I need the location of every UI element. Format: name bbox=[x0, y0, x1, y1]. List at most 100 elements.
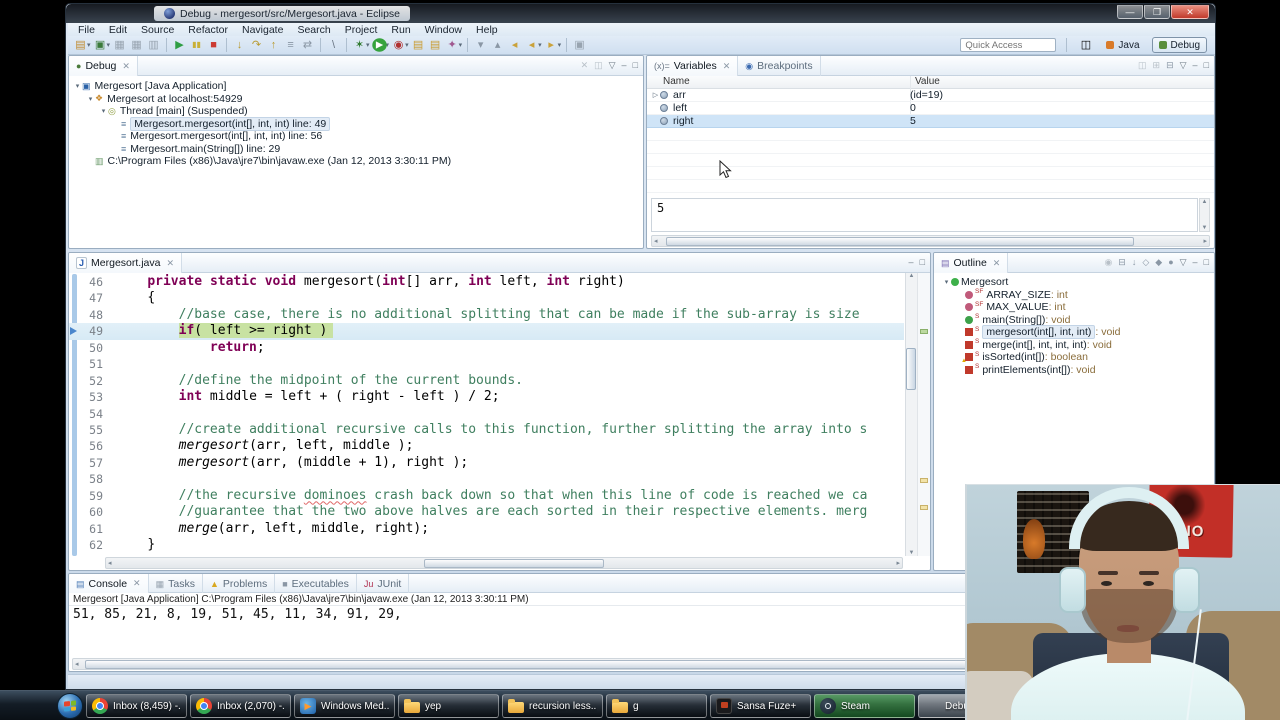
code-line[interactable]: 59 //the recursive dominoes crash back d… bbox=[69, 488, 904, 504]
debug-tree-row[interactable]: ≡ Mergesort.main(String[]) line: 29 bbox=[73, 143, 643, 156]
variable-row[interactable]: left 0 bbox=[647, 102, 1214, 115]
tab-variables[interactable]: (x)= Variables ✕ bbox=[647, 56, 739, 76]
taskbar-button-inbox-2-070-[interactable]: Inbox (2,070) -... bbox=[190, 694, 291, 718]
close-tab-icon[interactable]: ✕ bbox=[993, 258, 1001, 269]
taskbar-button-inbox-8-459-[interactable]: Inbox (8,459) -... bbox=[86, 694, 187, 718]
outline-row[interactable]: Smain(String[]) : void bbox=[938, 313, 1214, 327]
code-line[interactable]: 60 //guarantee that the two above halves… bbox=[69, 504, 904, 520]
open-task-button[interactable]: ▤ bbox=[410, 37, 427, 53]
menu-source[interactable]: Source bbox=[135, 24, 180, 36]
close-tab-icon[interactable]: ✕ bbox=[166, 258, 174, 269]
twistie-icon[interactable]: ▾ bbox=[73, 82, 82, 90]
view-menu-icon[interactable]: ▽ bbox=[609, 60, 616, 70]
code-line[interactable]: 52 //define the midpoint of the current … bbox=[69, 373, 904, 389]
code-line[interactable]: 51 bbox=[69, 356, 904, 372]
new-java-project-button-dropdown-icon[interactable]: ▾ bbox=[107, 41, 111, 49]
code-line[interactable]: 56 mergesort(arr, left, middle ); bbox=[69, 438, 904, 454]
hide-fields-icon[interactable]: ◇ bbox=[1142, 257, 1149, 267]
taskbar-button-g[interactable]: g bbox=[606, 694, 707, 718]
mark-occurrences-button[interactable]: \ bbox=[325, 37, 342, 53]
tab-mergesort-java[interactable]: J Mergesort.java ✕ bbox=[69, 253, 183, 273]
maximize-window-button[interactable]: ❐ bbox=[1144, 5, 1170, 19]
close-tab-icon[interactable]: ✕ bbox=[122, 61, 130, 72]
code-line[interactable]: 55 //create additional recursive calls t… bbox=[69, 422, 904, 438]
perspective-java[interactable]: Java bbox=[1100, 37, 1145, 53]
debug-tree-row[interactable]: ▾ ❖ Mergesort at localhost:54929 bbox=[73, 93, 643, 106]
title-bar[interactable]: Debug - mergesort/src/Mergesort.java - E… bbox=[66, 4, 1215, 23]
overview-ruler[interactable] bbox=[917, 273, 930, 556]
search-folder-button[interactable]: ▤ bbox=[427, 37, 444, 53]
focus-icon[interactable]: ◉ bbox=[1104, 257, 1112, 267]
minimize-view-icon[interactable]: ‒ bbox=[1193, 60, 1198, 70]
debug-button-dropdown-icon[interactable]: ▾ bbox=[366, 41, 370, 49]
code-line[interactable]: 53 int middle = left + ( right - left ) … bbox=[69, 389, 904, 405]
hide-static-icon[interactable]: ◆ bbox=[1155, 257, 1162, 267]
run-button[interactable]: ▶ bbox=[371, 38, 387, 52]
menu-window[interactable]: Window bbox=[419, 24, 468, 36]
open-perspective-button[interactable]: ◫ bbox=[1077, 37, 1094, 53]
menu-file[interactable]: File bbox=[72, 24, 101, 36]
code-line[interactable]: 50 return; bbox=[69, 340, 904, 356]
minimize-view-icon[interactable]: ‒ bbox=[622, 60, 627, 70]
menu-run[interactable]: Run bbox=[385, 24, 416, 36]
tab-console[interactable]: ▤ Console ✕ bbox=[69, 574, 149, 593]
column-value[interactable]: Value bbox=[915, 76, 940, 87]
step-over-button[interactable]: ↷ bbox=[248, 37, 265, 53]
variables-hscrollbar[interactable]: ◂ ▸ bbox=[651, 235, 1210, 247]
menu-refactor[interactable]: Refactor bbox=[182, 24, 234, 36]
twistie-icon[interactable]: ▾ bbox=[99, 107, 108, 115]
code-line[interactable]: 54 bbox=[69, 406, 904, 422]
menu-project[interactable]: Project bbox=[339, 24, 384, 36]
show-type-names-icon[interactable]: ◫ bbox=[1138, 60, 1147, 70]
terminate-button[interactable]: ■ bbox=[205, 37, 222, 53]
current-line-mark[interactable] bbox=[920, 329, 928, 334]
outline-row[interactable]: Smerge(int[], int, int, int) : void bbox=[938, 338, 1214, 352]
code-line[interactable]: 57 mergesort(arr, (middle + 1), right ); bbox=[69, 455, 904, 471]
last-edit-location-button[interactable]: ◂ bbox=[506, 37, 523, 53]
outline-row[interactable]: ▾ Mergesort bbox=[938, 276, 1214, 289]
maximize-view-icon[interactable]: □ bbox=[1204, 60, 1209, 70]
code-area[interactable]: 46 private static void mergesort(int[] a… bbox=[69, 273, 904, 556]
debug-tree-row[interactable]: ▾ ▣ Mergesort [Java Application] bbox=[73, 80, 643, 93]
tab-problems[interactable]: ▲ Problems bbox=[203, 574, 276, 593]
step-filters-button[interactable]: ⇄ bbox=[299, 37, 316, 53]
menu-navigate[interactable]: Navigate bbox=[236, 24, 289, 36]
debug-toolbar-icon[interactable]: ◫ bbox=[594, 60, 603, 70]
view-menu-icon[interactable]: ▽ bbox=[1180, 257, 1187, 267]
detail-scrollbar[interactable]: ▲ ▼ bbox=[1199, 198, 1210, 232]
minimize-view-icon[interactable]: ‒ bbox=[909, 257, 914, 267]
minimize-window-button[interactable]: — bbox=[1117, 5, 1143, 19]
view-menu-icon[interactable]: ▽ bbox=[1180, 60, 1187, 70]
minimize-view-icon[interactable]: ‒ bbox=[1193, 257, 1198, 267]
debug-tree-row[interactable]: ≡ Mergesort.mergesort(int[], int, int) li… bbox=[73, 130, 643, 143]
new-wizard-button-dropdown-icon[interactable]: ▾ bbox=[87, 41, 91, 49]
debug-tree-row[interactable]: ≡ Mergesort.mergesort(int[], int, int) li… bbox=[73, 116, 643, 131]
tab-executables[interactable]: ■ Executables bbox=[275, 574, 357, 593]
previous-annotation-button[interactable]: ▴ bbox=[489, 37, 506, 53]
resume-button[interactable]: ▶ bbox=[171, 37, 188, 53]
start-button[interactable] bbox=[57, 693, 83, 719]
step-into-button[interactable]: ↓ bbox=[231, 37, 248, 53]
taskbar-button-recursion-less-[interactable]: recursion less... bbox=[502, 694, 603, 718]
outline-row[interactable]: ▲ SisSorted(int[]) : boolean bbox=[938, 351, 1214, 365]
annotation-mark[interactable] bbox=[920, 478, 928, 483]
tab-debug[interactable]: ● Debug ✕ bbox=[69, 56, 138, 76]
drop-to-frame-button[interactable]: ≡ bbox=[282, 37, 299, 53]
code-line[interactable]: 49 if( left >= right ) bbox=[69, 323, 904, 340]
variable-detail-pane[interactable]: 5 bbox=[651, 198, 1198, 232]
annotation-mark[interactable] bbox=[920, 505, 928, 510]
column-name[interactable]: Name bbox=[663, 76, 690, 87]
taskbar-button-sansa-fuze-[interactable]: Sansa Fuze+ bbox=[710, 694, 811, 718]
twistie-icon[interactable]: ▾ bbox=[942, 278, 951, 286]
close-tab-icon[interactable]: ✕ bbox=[133, 578, 141, 589]
outline-row[interactable]: SprintElements(int[]) : void bbox=[938, 363, 1214, 377]
pin-editor-button[interactable]: ▣ bbox=[571, 37, 588, 53]
code-line[interactable]: 61 merge(arr, left, middle, right); bbox=[69, 521, 904, 537]
tab-outline[interactable]: ▤ Outline ✕ bbox=[934, 253, 1009, 273]
twistie-icon[interactable]: ▷ bbox=[651, 91, 660, 99]
menu-search[interactable]: Search bbox=[291, 24, 336, 36]
close-tab-icon[interactable]: ✕ bbox=[723, 61, 731, 72]
maximize-view-icon[interactable]: □ bbox=[1204, 257, 1209, 267]
code-line[interactable]: 62 } bbox=[69, 537, 904, 553]
code-line[interactable]: 47 { bbox=[69, 290, 904, 306]
